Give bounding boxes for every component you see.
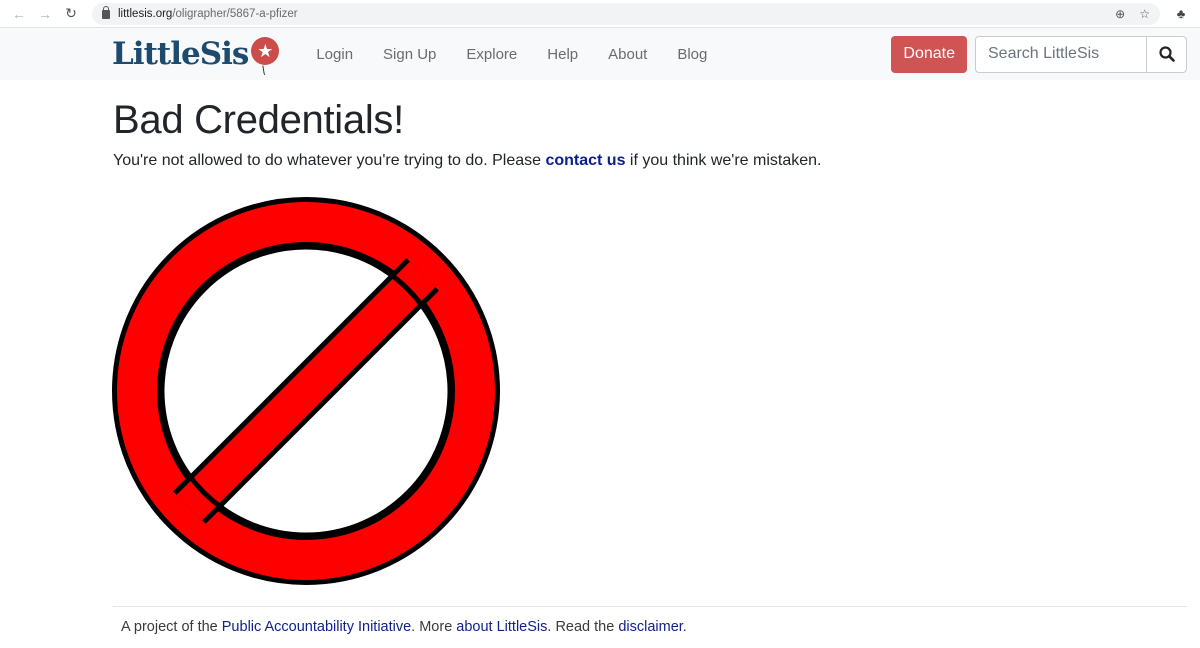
message-text: You're not allowed to do whatever you're… <box>113 152 546 169</box>
balloon-star-icon: ★ <box>251 37 280 65</box>
nav-help[interactable]: Help <box>547 46 578 63</box>
littlesis-logo[interactable]: LittleSis ★ <box>112 36 280 72</box>
url-path: /oligrapher/5867-a-pfizer <box>172 7 298 20</box>
search-button[interactable] <box>1146 36 1186 72</box>
lock-icon <box>102 6 110 19</box>
nav-sign-up[interactable]: Sign Up <box>383 46 436 63</box>
extensions-puzzle-icon[interactable]: ♣ <box>1170 6 1192 21</box>
page-footer: A project of the Public Accountability I… <box>113 606 1187 635</box>
error-message: You're not allowed to do whatever you're… <box>113 152 1200 170</box>
search-form <box>975 35 1187 73</box>
browser-toolbar: ← → ↻ littlesis.org/oligrapher/5867-a-pf… <box>0 0 1200 28</box>
footer-text: . More <box>411 619 457 635</box>
donate-button[interactable]: Donate <box>891 35 967 73</box>
footer-text: . <box>682 619 687 635</box>
prohibition-sign-icon <box>112 197 500 585</box>
forward-arrow-icon[interactable]: → <box>34 3 56 25</box>
logo-text: LittleSis <box>112 36 249 72</box>
contact-us-link[interactable]: contact us <box>545 152 625 169</box>
main-content: Bad Credentials! You're not allowed to d… <box>0 98 1200 591</box>
url-host: littlesis.org <box>118 7 173 20</box>
search-input[interactable] <box>976 36 1146 72</box>
zoom-icon[interactable]: ⊕ <box>1115 7 1125 21</box>
address-bar[interactable]: littlesis.org/oligrapher/5867-a-pfizer ⊕… <box>92 2 1160 25</box>
nav-about[interactable]: About <box>608 46 647 63</box>
nav-blog[interactable]: Blog <box>677 46 707 63</box>
page-title: Bad Credentials! <box>113 98 404 142</box>
disclaimer-link[interactable]: disclaimer <box>618 619 682 635</box>
message-text-end: if you think we're mistaken. <box>625 152 822 169</box>
pai-link[interactable]: Public Accountability Initiative <box>222 619 411 635</box>
nav-login[interactable]: Login <box>316 46 353 63</box>
footer-text: . Read the <box>547 619 619 635</box>
site-navbar: LittleSis ★ Login Sign Up Explore Help A… <box>0 28 1200 80</box>
star-icon[interactable]: ☆ <box>1139 7 1150 21</box>
back-arrow-icon[interactable]: ← <box>8 3 30 25</box>
nav-explore[interactable]: Explore <box>466 46 517 63</box>
footer-text: A project of the <box>121 619 222 635</box>
about-link[interactable]: about LittleSis <box>456 619 547 635</box>
reload-icon[interactable]: ↻ <box>60 3 82 25</box>
search-icon <box>1158 46 1175 62</box>
